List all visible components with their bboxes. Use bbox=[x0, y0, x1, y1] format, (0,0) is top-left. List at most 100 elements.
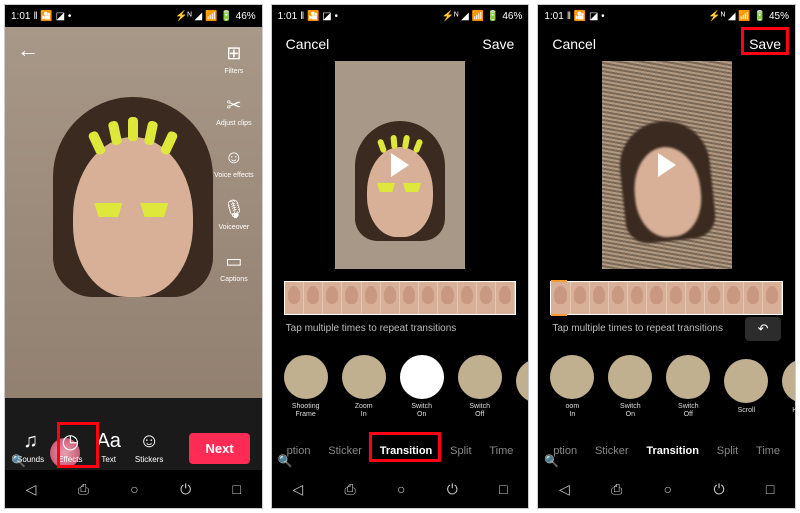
play-icon[interactable] bbox=[658, 153, 676, 177]
tab-time[interactable]: Time bbox=[489, 445, 513, 457]
nav-button[interactable]: ◁ bbox=[559, 481, 570, 498]
timeline[interactable] bbox=[550, 281, 783, 315]
undo-button[interactable]: ↶ bbox=[745, 317, 781, 341]
timeline-frame[interactable] bbox=[590, 282, 609, 314]
nav-button[interactable]: ⎙ bbox=[611, 481, 622, 498]
timeline-frame[interactable] bbox=[724, 282, 743, 314]
tab-split[interactable]: Split bbox=[450, 445, 471, 457]
nav-button[interactable]: ◁ bbox=[292, 481, 303, 498]
side-tool-filters[interactable]: ⊞Filters bbox=[222, 41, 246, 75]
text-icon: Aa bbox=[96, 430, 120, 452]
timeline[interactable] bbox=[284, 281, 517, 315]
nav-button[interactable]: □ bbox=[233, 481, 241, 497]
effect-thumbnail bbox=[608, 355, 652, 399]
effect-oom-in[interactable]: oomIn bbox=[548, 355, 596, 418]
status-bar: 1:01‖ 🎦 ◪ • ⚡ᴺ ◢ 📶 🔋46% bbox=[272, 5, 529, 27]
timeline-frame[interactable] bbox=[458, 282, 477, 314]
nav-button[interactable]: ⎙ bbox=[78, 481, 89, 498]
effect-switch-on[interactable]: SwitchOn bbox=[606, 355, 654, 418]
effects-row: oomInSwitchOnSwitchOffScrollHorizonRotat… bbox=[538, 347, 795, 427]
editor-preview[interactable] bbox=[602, 61, 732, 269]
hint-text: Tap multiple times to repeat transitions bbox=[286, 323, 457, 334]
nav-bar: ◁ ⎙ ○ ⏻ □ bbox=[538, 470, 795, 508]
screen-editor-save: 1:01‖ 🎦 ◪ • ⚡ᴺ ◢ 📶 🔋45% Cancel Save Tap … bbox=[537, 4, 796, 509]
tool-text[interactable]: AaText bbox=[96, 430, 120, 464]
timeline-frame[interactable] bbox=[686, 282, 705, 314]
nav-button[interactable]: □ bbox=[766, 481, 774, 497]
effect-switch-off[interactable]: SwitchOff bbox=[664, 355, 712, 418]
save-button[interactable]: Save bbox=[482, 36, 514, 52]
nav-button[interactable]: ○ bbox=[130, 481, 138, 497]
side-tool-captions[interactable]: ▭Captions bbox=[220, 249, 248, 283]
timeline-frame[interactable] bbox=[400, 282, 419, 314]
timeline-frame[interactable] bbox=[477, 282, 496, 314]
timeline-frame[interactable] bbox=[551, 282, 570, 314]
timeline-frame[interactable] bbox=[705, 282, 724, 314]
timeline-frame[interactable] bbox=[381, 282, 400, 314]
timeline-frame[interactable] bbox=[763, 282, 782, 314]
side-tool-voiceover[interactable]: 🎙Voiceover bbox=[219, 197, 250, 231]
timeline-frame[interactable] bbox=[419, 282, 438, 314]
timeline-frame[interactable] bbox=[285, 282, 304, 314]
nav-button[interactable]: ○ bbox=[664, 481, 672, 497]
effect-switch-off[interactable]: SwitchOff bbox=[456, 355, 504, 418]
effect-thumbnail bbox=[458, 355, 502, 399]
nav-button[interactable]: ⏻ bbox=[180, 481, 191, 498]
timeline-frame[interactable] bbox=[667, 282, 686, 314]
voice-effects-icon: ☺ bbox=[222, 145, 246, 169]
effect-zoom-in[interactable]: ZoomIn bbox=[340, 355, 388, 418]
nav-button[interactable]: ◁ bbox=[26, 481, 37, 498]
zoom-icon[interactable]: 🔍 bbox=[11, 454, 26, 468]
side-tool-adjust-clips[interactable]: ✂Adjust clips bbox=[216, 93, 251, 127]
next-button[interactable]: Next bbox=[189, 433, 249, 464]
effect-thumbnail bbox=[342, 355, 386, 399]
nav-button[interactable]: ⏻ bbox=[713, 481, 724, 498]
cancel-button[interactable]: Cancel bbox=[552, 36, 596, 52]
side-tool-voice-effects[interactable]: ☺Voice effects bbox=[214, 145, 254, 179]
timeline-frame[interactable] bbox=[647, 282, 666, 314]
timeline-frame[interactable] bbox=[342, 282, 361, 314]
effects-row: ShootingFrameZoomInSwitchOnSwitchOff Scro… bbox=[272, 347, 529, 427]
status-bar: 1:01‖ 🎦 ◪ • ⚡ᴺ ◢ 📶 🔋46% bbox=[5, 5, 262, 27]
bottom-toolbar: ♫Sounds◷EffectsAaText☺Stickers Next bbox=[5, 430, 262, 464]
effect-thumbnail bbox=[400, 355, 444, 399]
tab-transition[interactable]: Transition bbox=[646, 445, 699, 457]
effect-thumbnail bbox=[284, 355, 328, 399]
back-arrow-icon[interactable]: ← bbox=[17, 37, 39, 63]
tool-stickers[interactable]: ☺Stickers bbox=[135, 430, 163, 464]
play-icon[interactable] bbox=[391, 153, 409, 177]
cancel-button[interactable]: Cancel bbox=[286, 36, 330, 52]
effect-shooting-frame[interactable]: ShootingFrame bbox=[282, 355, 330, 418]
highlight-transition-tab bbox=[369, 432, 441, 462]
effect-thumbnail bbox=[516, 359, 529, 403]
timeline-frame[interactable] bbox=[438, 282, 457, 314]
highlight-effects bbox=[57, 422, 99, 468]
tab-time[interactable]: Time bbox=[756, 445, 780, 457]
effect-switch-on[interactable]: SwitchOn bbox=[398, 355, 446, 418]
effect-horizon[interactable]: Horizon bbox=[780, 359, 795, 415]
timeline-frame[interactable] bbox=[609, 282, 628, 314]
effect-thumbnail bbox=[724, 359, 768, 403]
tab-split[interactable]: Split bbox=[717, 445, 738, 457]
editor-preview[interactable] bbox=[335, 61, 465, 269]
timeline-frame[interactable] bbox=[323, 282, 342, 314]
zoom-icon[interactable]: 🔍 bbox=[544, 454, 559, 468]
timeline-frame[interactable] bbox=[362, 282, 381, 314]
stickers-icon: ☺ bbox=[139, 430, 159, 452]
nav-button[interactable]: ○ bbox=[397, 481, 405, 497]
effect-scroll[interactable]: Scroll bbox=[514, 359, 529, 415]
timeline-frame[interactable] bbox=[571, 282, 590, 314]
nav-button[interactable]: □ bbox=[499, 481, 507, 497]
tab-sticker[interactable]: Sticker bbox=[595, 445, 629, 457]
timeline-frame[interactable] bbox=[304, 282, 323, 314]
nav-button[interactable]: ⎙ bbox=[344, 481, 355, 498]
timeline-frame[interactable] bbox=[628, 282, 647, 314]
timeline-frame[interactable] bbox=[744, 282, 763, 314]
zoom-icon[interactable]: 🔍 bbox=[278, 454, 293, 468]
captions-icon: ▭ bbox=[222, 249, 246, 273]
tab-sticker[interactable]: Sticker bbox=[328, 445, 362, 457]
timeline-frame[interactable] bbox=[496, 282, 515, 314]
nav-button[interactable]: ⏻ bbox=[447, 481, 458, 498]
effect-scroll[interactable]: Scroll bbox=[722, 359, 770, 415]
screen-editor-transition: 1:01‖ 🎦 ◪ • ⚡ᴺ ◢ 📶 🔋46% Cancel Save Tap … bbox=[271, 4, 530, 509]
